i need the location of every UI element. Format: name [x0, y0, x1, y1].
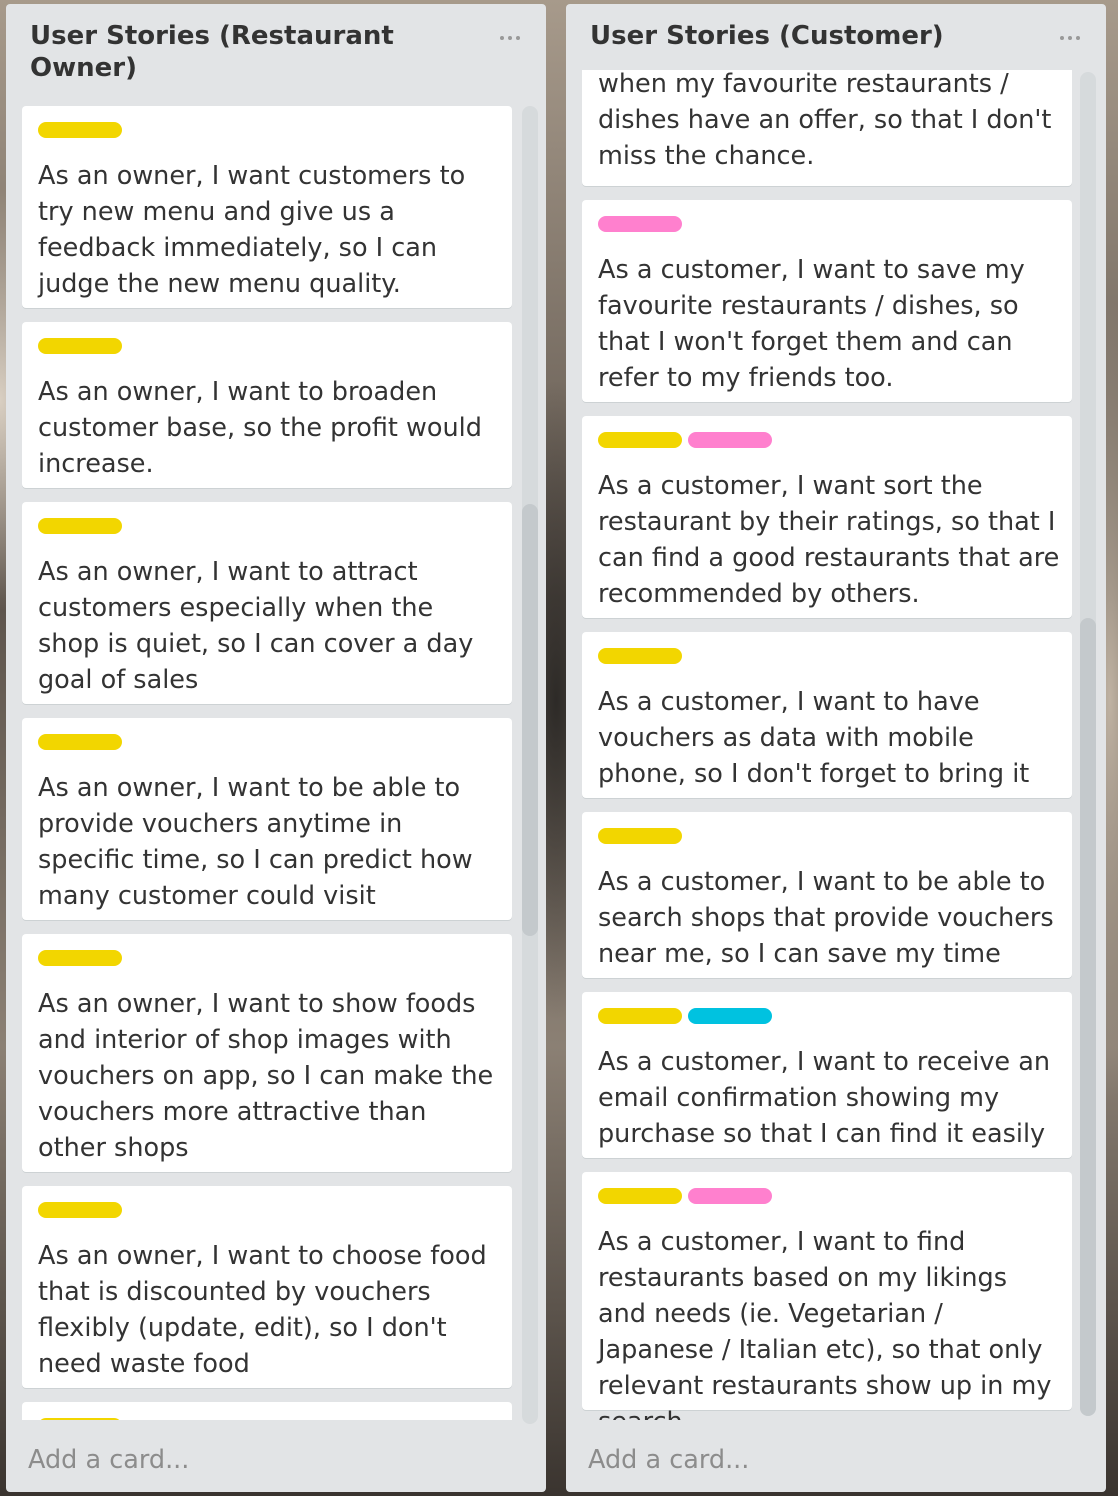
card[interactable]: As an owner, I want to show foods and in… — [22, 934, 512, 1172]
card-title: As an owner, I want to broaden customer … — [38, 377, 482, 479]
card[interactable]: As a customer, I want to be able to sear… — [582, 812, 1072, 978]
list-menu-icon[interactable] — [492, 24, 528, 52]
card-title: As an owner, I want to be able to provid… — [38, 773, 473, 911]
card[interactable]: As a customer, I want to receive an emai… — [582, 992, 1072, 1158]
card-title: As an owner, I want to choose food that … — [38, 1241, 487, 1379]
card-labels — [598, 648, 1062, 664]
card[interactable]: As a customer, I want to save my favouri… — [582, 200, 1072, 402]
card-title: As a customer, I want to have vouchers a… — [598, 687, 1030, 789]
label-yellow — [598, 1188, 682, 1204]
add-card-button[interactable]: Add a card... — [28, 1442, 189, 1478]
card[interactable]: As an owner, I want to choose food that … — [22, 1186, 512, 1388]
label-yellow — [598, 1008, 682, 1024]
label-pink — [598, 216, 682, 232]
card[interactable]: when my favourite restaurants / dishes h… — [582, 70, 1072, 186]
card-labels — [38, 122, 502, 138]
card-labels — [38, 734, 502, 750]
card-title: As an owner, I want customers to try new… — [38, 161, 466, 299]
label-pink — [688, 432, 772, 448]
card[interactable] — [22, 1402, 512, 1420]
label-yellow — [38, 338, 122, 354]
label-yellow — [38, 734, 122, 750]
card-labels — [38, 338, 502, 354]
label-yellow — [38, 1202, 122, 1218]
label-sky — [688, 1008, 772, 1024]
label-yellow — [38, 122, 122, 138]
card[interactable]: As an owner, I want customers to try new… — [22, 106, 512, 308]
label-yellow — [598, 828, 682, 844]
list-customer: User Stories (Customer) when my favourit… — [566, 4, 1106, 1492]
card[interactable]: As a customer, I want to have vouchers a… — [582, 632, 1072, 798]
card-title: As a customer, I want to find restaurant… — [598, 1227, 1052, 1420]
card-labels — [598, 216, 1062, 232]
card[interactable]: As a customer, I want sort the restauran… — [582, 416, 1072, 618]
card[interactable]: As an owner, I want to attract customers… — [22, 502, 512, 704]
list-title[interactable]: User Stories (Restaurant Owner) — [30, 20, 486, 84]
list-restaurant-owner: User Stories (Restaurant Owner) As an ow… — [6, 4, 546, 1492]
card-labels — [38, 1418, 502, 1420]
card-title: As a customer, I want to receive an emai… — [598, 1047, 1051, 1149]
scrollbar-thumb[interactable] — [1080, 618, 1096, 1416]
card-labels — [38, 950, 502, 966]
add-card-button[interactable]: Add a card... — [588, 1442, 749, 1478]
scrollbar-track[interactable] — [522, 106, 538, 1424]
label-yellow — [38, 950, 122, 966]
label-yellow — [598, 432, 682, 448]
board: User Stories (Restaurant Owner) As an ow… — [0, 0, 1118, 1496]
label-yellow — [38, 1418, 122, 1420]
card-list: when my favourite restaurants / dishes h… — [582, 70, 1072, 1420]
list-menu-icon[interactable] — [1052, 24, 1088, 52]
scrollbar-track[interactable] — [1080, 72, 1096, 1416]
card-labels — [38, 1202, 502, 1218]
card[interactable]: As a customer, I want to find restaurant… — [582, 1172, 1072, 1420]
card-title: when my favourite restaurants / dishes h… — [598, 70, 1052, 171]
list-title[interactable]: User Stories (Customer) — [590, 20, 1046, 52]
card[interactable]: As an owner, I want to broaden customer … — [22, 322, 512, 488]
card-title: As a customer, I want to save my favouri… — [598, 255, 1025, 393]
card-title: As a customer, I want to be able to sear… — [598, 867, 1054, 969]
card-title: As an owner, I want to show foods and in… — [38, 989, 494, 1163]
card-labels — [598, 432, 1062, 448]
card-labels — [598, 1008, 1062, 1024]
card-labels — [598, 1188, 1062, 1204]
label-yellow — [598, 648, 682, 664]
list-header: User Stories (Restaurant Owner) — [6, 4, 546, 100]
card-title: As an owner, I want to attract customers… — [38, 557, 474, 695]
card-title: As a customer, I want sort the restauran… — [598, 471, 1060, 609]
scrollbar-thumb[interactable] — [522, 504, 538, 936]
label-pink — [688, 1188, 772, 1204]
card-labels — [38, 518, 502, 534]
card-list: As an owner, I want customers to try new… — [22, 106, 512, 1420]
card[interactable]: As an owner, I want to be able to provid… — [22, 718, 512, 920]
label-yellow — [38, 518, 122, 534]
card-labels — [598, 828, 1062, 844]
